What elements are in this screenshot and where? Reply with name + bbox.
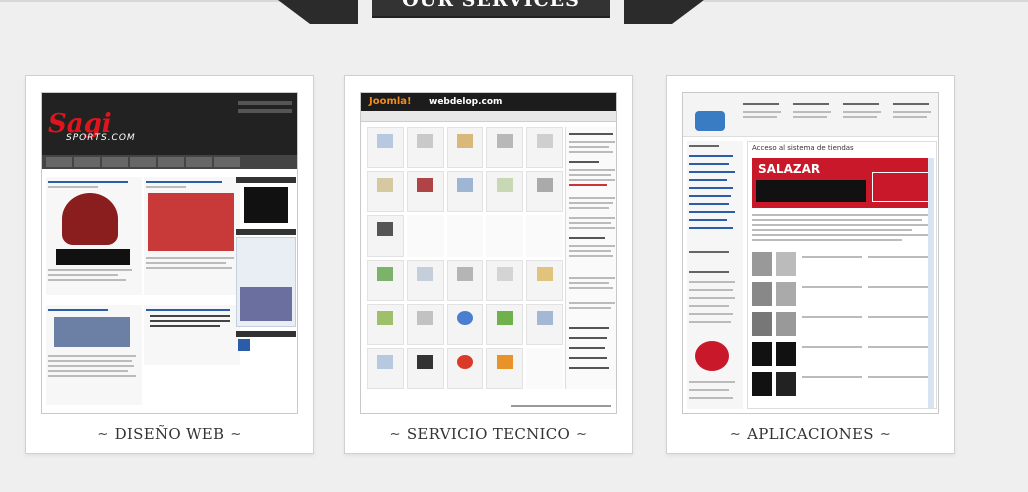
service-title[interactable]: APLICACIONES [747, 425, 874, 443]
preview-site-body [42, 173, 297, 413]
service-card-aplicaciones[interactable]: Acceso al sistema de tiendas SALAZAR ~ A… [666, 75, 955, 454]
preview-site-logo-sub: SPORTS.COM [66, 133, 136, 143]
preview-admin-menu [361, 111, 616, 122]
preview-store-sidebar [687, 141, 743, 409]
swirl-right-icon: ~ [576, 426, 588, 442]
swirl-right-icon: ~ [230, 426, 242, 442]
service-caption-diseno-web[interactable]: ~ DISEÑO WEB ~ [26, 422, 313, 446]
swirl-right-icon: ~ [879, 426, 892, 442]
swirl-left-icon: ~ [389, 426, 401, 442]
preview-store-main: Acceso al sistema de tiendas SALAZAR [747, 141, 937, 409]
preview-store-brand: SALAZAR [758, 162, 821, 176]
section-ribbon: OUR SERVICES [278, 0, 704, 24]
service-card-diseno-web[interactable]: Sagi SPORTS.COM ~ DISEÑO WEB ~ [25, 75, 314, 454]
preview-site-nav [42, 155, 297, 169]
preview-store-heading: Acceso al sistema de tiendas [752, 144, 854, 152]
preview-store-banner: SALAZAR [752, 158, 934, 208]
preview-admin-welcome-panel [565, 127, 616, 389]
swirl-left-icon: ~ [97, 426, 109, 442]
preview-image-servicio-tecnico[interactable]: Joomla! webdelop.com [360, 92, 617, 414]
service-card-servicio-tecnico[interactable]: Joomla! webdelop.com ~ SERVICIO TECNICO … [344, 75, 633, 454]
preview-site-header: Sagi SPORTS.COM [42, 93, 297, 155]
service-title[interactable]: DISEÑO WEB [115, 425, 225, 443]
ribbon-banner: OUR SERVICES [372, 0, 610, 18]
preview-admin-header: Joomla! webdelop.com [361, 93, 616, 111]
section-title: OUR SERVICES [402, 0, 580, 11]
service-caption-servicio-tecnico[interactable]: ~ SERVICIO TECNICO ~ [345, 422, 632, 446]
service-title[interactable]: SERVICIO TECNICO [407, 425, 570, 443]
ribbon-tail-left [278, 0, 358, 24]
header-divider-right [704, 0, 1028, 2]
swirl-left-icon: ~ [729, 426, 742, 442]
preview-site-name: webdelop.com [429, 97, 503, 107]
preview-store-steps [683, 93, 938, 137]
preview-image-diseno-web[interactable]: Sagi SPORTS.COM [41, 92, 298, 414]
preview-admin-icon-grid [367, 127, 563, 389]
preview-image-aplicaciones[interactable]: Acceso al sistema de tiendas SALAZAR [682, 92, 939, 414]
preview-joomla-logo: Joomla! [369, 96, 412, 107]
header-divider-left [0, 0, 280, 2]
service-caption-aplicaciones[interactable]: ~ APLICACIONES ~ [667, 422, 954, 446]
ribbon-tail-right [624, 0, 704, 24]
